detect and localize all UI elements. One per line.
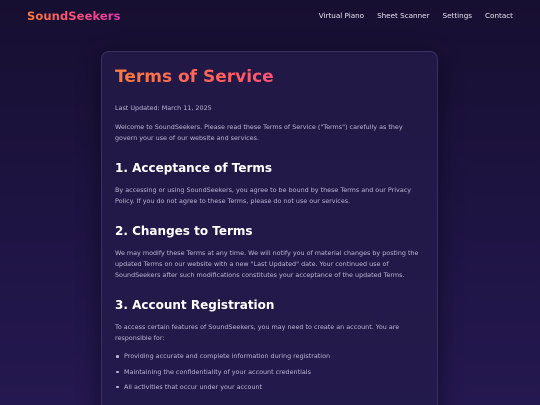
- list-item-text: All activities that occur under your acc…: [124, 382, 263, 391]
- bullet-dot-icon: [116, 385, 119, 389]
- list-item-text: Providing accurate and complete informat…: [124, 352, 331, 361]
- top-navbar: SoundSeekers Virtual Piano Sheet Scanner…: [0, 0, 540, 34]
- section-account-registration: 3. Account Registration To access certai…: [115, 297, 424, 392]
- last-updated-text: Last Updated: March 11, 2025: [115, 104, 212, 112]
- section-paragraph: By accessing or using SoundSeekers, you …: [115, 186, 412, 205]
- page-title: Terms of Service: [115, 66, 424, 88]
- list-item: Providing accurate and complete informat…: [115, 351, 424, 362]
- section-heading: 1. Acceptance of Terms: [115, 161, 273, 176]
- section-heading: 2. Changes to Terms: [115, 224, 253, 239]
- section-paragraph: To access certain features of SoundSeeke…: [115, 323, 400, 342]
- responsibility-list: Providing accurate and complete informat…: [115, 351, 424, 392]
- section-heading: 3. Account Registration: [115, 298, 275, 313]
- nav-links: Virtual Piano Sheet Scanner Settings Con…: [319, 11, 513, 20]
- list-item-text: Maintaining the confidentiality of your …: [124, 367, 311, 376]
- nav-link-settings[interactable]: Settings: [443, 11, 472, 20]
- bullet-dot-icon: [116, 355, 119, 358]
- brand-logo-link[interactable]: SoundSeekers: [27, 9, 121, 23]
- section-paragraph: We may modify these Terms at any time. W…: [115, 249, 419, 279]
- intro-paragraph: Welcome to SoundSeekers. Please read the…: [115, 123, 403, 142]
- nav-link-sheet-scanner[interactable]: Sheet Scanner: [377, 11, 429, 20]
- section-changes: 2. Changes to Terms We may modify these …: [115, 223, 424, 280]
- bullet-dot-icon: [116, 370, 119, 374]
- terms-card: Terms of Service Last Updated: March 11,…: [101, 51, 438, 405]
- list-item: All activities that occur under your acc…: [115, 382, 424, 393]
- nav-link-virtual-piano[interactable]: Virtual Piano: [319, 11, 364, 20]
- list-item: Maintaining the confidentiality of your …: [115, 367, 424, 378]
- section-acceptance: 1. Acceptance of Terms By accessing or u…: [115, 160, 424, 206]
- nav-link-contact[interactable]: Contact: [485, 11, 513, 20]
